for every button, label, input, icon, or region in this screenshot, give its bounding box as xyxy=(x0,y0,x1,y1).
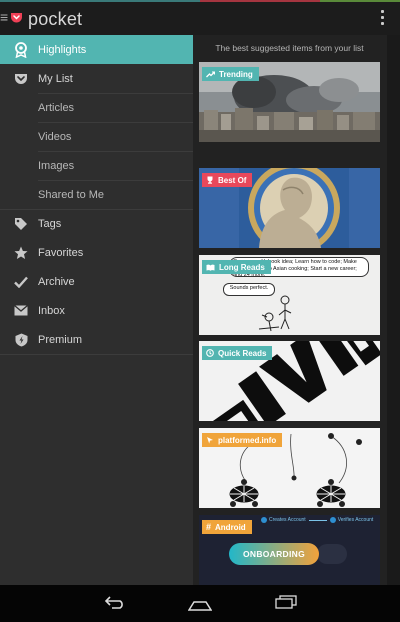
toggle-shadow xyxy=(317,544,347,564)
highlight-card-android[interactable]: Creates Account Verifies Account ONBOARD… xyxy=(199,515,380,585)
accent-stripe xyxy=(320,0,400,2)
sidebar-item-label: Inbox xyxy=(38,304,65,317)
tag-icon xyxy=(11,214,31,234)
flow-step-icon xyxy=(329,517,336,523)
sidebar-item-label: Videos xyxy=(38,130,72,143)
card-tag-label: Quick Reads xyxy=(218,348,267,358)
sidebar-item-label: Premium xyxy=(38,333,83,346)
pocket-icon xyxy=(11,69,31,89)
sidebar-item-label: Favorites xyxy=(38,246,84,259)
recent-apps-icon[interactable] xyxy=(275,595,297,614)
highlights-feed: The best suggested items from your list … xyxy=(193,35,400,585)
sidebar-item-tags[interactable]: Tags xyxy=(0,209,193,238)
card-tag-label: Long Reads xyxy=(219,262,265,272)
highlights-badge-icon xyxy=(11,40,31,60)
card-tag: Long Reads xyxy=(202,260,271,274)
drawer-indicator-icon[interactable]: ≡ xyxy=(0,10,8,24)
trophy-icon xyxy=(207,176,213,184)
overflow-menu-icon[interactable] xyxy=(380,10,386,26)
card-tag: platformed.info xyxy=(202,433,283,447)
sidebar-item-inbox[interactable]: Inbox xyxy=(0,296,193,325)
onboarding-flow: Creates Account Verifies Account xyxy=(261,517,373,523)
card-tag: Quick Reads xyxy=(202,346,273,360)
sidebar-item-label: Tags xyxy=(38,217,62,230)
flow-step-label: Verifies Account xyxy=(337,517,374,523)
next-column-edge xyxy=(387,35,400,585)
system-navigation-bar xyxy=(0,585,400,622)
sidebar-item-videos[interactable]: Videos xyxy=(0,122,193,151)
pocket-logo-icon xyxy=(10,11,23,29)
source-icon xyxy=(207,437,213,444)
flow-step-icon xyxy=(261,517,267,523)
highlight-card-platformed[interactable]: platformed.info xyxy=(199,428,380,508)
highlight-card-long-reads[interactable]: Come up with book idea; Learn how to cod… xyxy=(199,255,380,335)
flow-step-label: Creates Account xyxy=(269,517,306,523)
sidebar-item-favorites[interactable]: Favorites xyxy=(0,238,193,267)
sidebar-item-premium[interactable]: Premium xyxy=(0,325,193,354)
card-tag-label: platformed.info xyxy=(218,435,277,445)
sidebar-item-shared-to-me[interactable]: Shared to Me xyxy=(0,180,193,209)
highlight-card-best-of[interactable]: Best Of xyxy=(199,168,380,248)
premium-shield-icon xyxy=(11,330,31,350)
clock-icon xyxy=(206,349,214,357)
divider xyxy=(0,354,193,355)
sidebar-item-label: Shared to Me xyxy=(38,188,105,201)
sidebar-item-images[interactable]: Images xyxy=(0,151,193,180)
navigation-drawer: Highlights My List Articles Videos Image… xyxy=(0,35,193,585)
card-tag: Best Of xyxy=(202,173,253,187)
home-icon[interactable] xyxy=(187,598,213,616)
card-tag-label: Trending xyxy=(219,69,253,79)
envelope-icon xyxy=(11,301,31,321)
sidebar-item-archive[interactable]: Archive xyxy=(0,267,193,296)
sidebar-item-my-list[interactable]: My List xyxy=(0,64,193,93)
back-icon[interactable] xyxy=(104,595,126,614)
sidebar-item-label: Images xyxy=(38,159,75,172)
checkmark-icon xyxy=(11,272,31,292)
trending-arrow-icon xyxy=(206,70,215,77)
highlight-card-quick-reads[interactable]: Quick Reads xyxy=(199,341,380,421)
onboarding-pill: ONBOARDING xyxy=(229,543,319,565)
sidebar-item-label: Articles xyxy=(38,101,75,114)
card-tag: Trending xyxy=(202,67,259,81)
accent-stripe xyxy=(200,0,320,2)
accent-stripe xyxy=(0,0,200,2)
sidebar-item-label: Archive xyxy=(38,275,75,288)
card-tag-label: Android xyxy=(215,522,246,532)
highlight-card-trending[interactable]: Trending xyxy=(199,62,380,142)
sidebar-item-highlights[interactable]: Highlights xyxy=(0,35,193,64)
flow-connector xyxy=(308,519,327,521)
app-logo[interactable]: pocket xyxy=(10,9,82,30)
card-tag: # Android xyxy=(202,520,252,534)
star-icon xyxy=(11,243,31,263)
sidebar-item-label: Highlights xyxy=(38,43,87,56)
book-icon xyxy=(206,264,215,271)
card-tag-label: Best Of xyxy=(218,175,247,185)
feed-subtitle: The best suggested items from your list xyxy=(215,43,364,53)
action-bar: ≡ pocket xyxy=(0,0,400,35)
sidebar-item-articles[interactable]: Articles xyxy=(0,93,193,122)
app-name: pocket xyxy=(28,9,83,29)
sidebar-item-label: My List xyxy=(38,72,73,85)
hash-icon: # xyxy=(206,522,212,532)
